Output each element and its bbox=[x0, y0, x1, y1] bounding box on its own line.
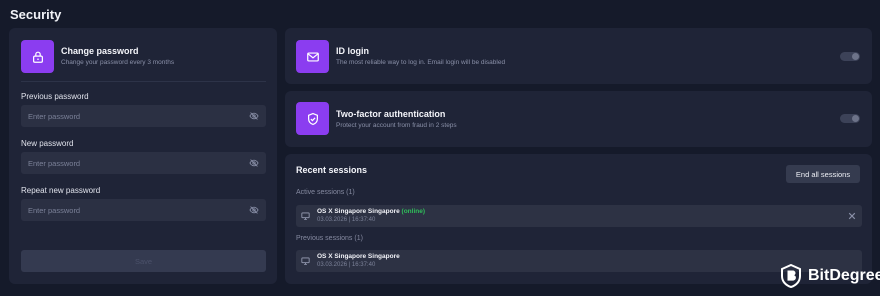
close-icon[interactable] bbox=[848, 212, 856, 220]
session-name: OS X Singapore Singapore bbox=[317, 253, 400, 260]
bitdegree-logo-text: BitDegree bbox=[808, 267, 880, 284]
id-login-card bbox=[285, 28, 872, 84]
session-datetime: 03.03.2026 | 16:37:40 bbox=[317, 217, 376, 223]
id-login-title: ID login bbox=[336, 46, 369, 56]
shield-check-icon bbox=[307, 112, 318, 125]
new-password-label: New password bbox=[21, 139, 74, 148]
active-sessions-label: Active sessions (1) bbox=[296, 189, 355, 196]
lock-icon-tile bbox=[21, 40, 54, 73]
session-row: OS X Singapore Singapore (online) 03.03.… bbox=[296, 205, 862, 227]
change-password-divider bbox=[21, 81, 266, 82]
monitor-icon bbox=[301, 257, 310, 265]
monitor-icon bbox=[301, 212, 310, 220]
bitdegree-logo-icon bbox=[781, 264, 801, 288]
id-login-subtitle: The most reliable way to log in. Email l… bbox=[336, 59, 506, 66]
end-all-sessions-button[interactable]: End all sessions bbox=[786, 165, 860, 183]
repeat-password-input[interactable] bbox=[28, 205, 249, 215]
save-button[interactable]: Save bbox=[21, 250, 266, 272]
bitdegree-logo: BitDegree bbox=[780, 264, 880, 288]
eye-off-icon[interactable] bbox=[249, 158, 259, 168]
id-login-toggle[interactable] bbox=[840, 52, 860, 61]
lock-icon bbox=[32, 51, 43, 63]
new-password-input[interactable] bbox=[28, 158, 249, 168]
page-title: Security bbox=[10, 7, 62, 22]
session-name: OS X Singapore Singapore (online) bbox=[317, 208, 425, 215]
session-device: OS X Singapore Singapore bbox=[317, 208, 400, 215]
shield-icon-tile bbox=[296, 102, 329, 135]
session-online-status: (online) bbox=[401, 208, 425, 215]
previous-password-field[interactable] bbox=[21, 105, 266, 127]
repeat-password-field[interactable] bbox=[21, 199, 266, 221]
previous-sessions-label: Previous sessions (1) bbox=[296, 235, 363, 242]
two-factor-card bbox=[285, 91, 872, 147]
envelope-icon bbox=[306, 51, 319, 62]
repeat-password-label: Repeat new password bbox=[21, 186, 101, 195]
new-password-field[interactable] bbox=[21, 152, 266, 174]
session-datetime: 03.03.2026 | 16:37:40 bbox=[317, 262, 376, 268]
change-password-subtitle: Change your password every 3 months bbox=[61, 59, 175, 66]
eye-off-icon[interactable] bbox=[249, 111, 259, 121]
recent-sessions-title: Recent sessions bbox=[296, 165, 368, 175]
eye-off-icon[interactable] bbox=[249, 205, 259, 215]
session-row: OS X Singapore Singapore 03.03.2026 | 16… bbox=[296, 250, 862, 272]
change-password-title: Change password bbox=[61, 46, 139, 56]
two-factor-toggle[interactable] bbox=[840, 114, 860, 123]
previous-password-input[interactable] bbox=[28, 111, 249, 121]
two-factor-title: Two-factor authentication bbox=[336, 109, 446, 119]
previous-password-label: Previous password bbox=[21, 92, 89, 101]
envelope-icon-tile bbox=[296, 40, 329, 73]
two-factor-subtitle: Protect your account from fraud in 2 ste… bbox=[336, 122, 457, 129]
